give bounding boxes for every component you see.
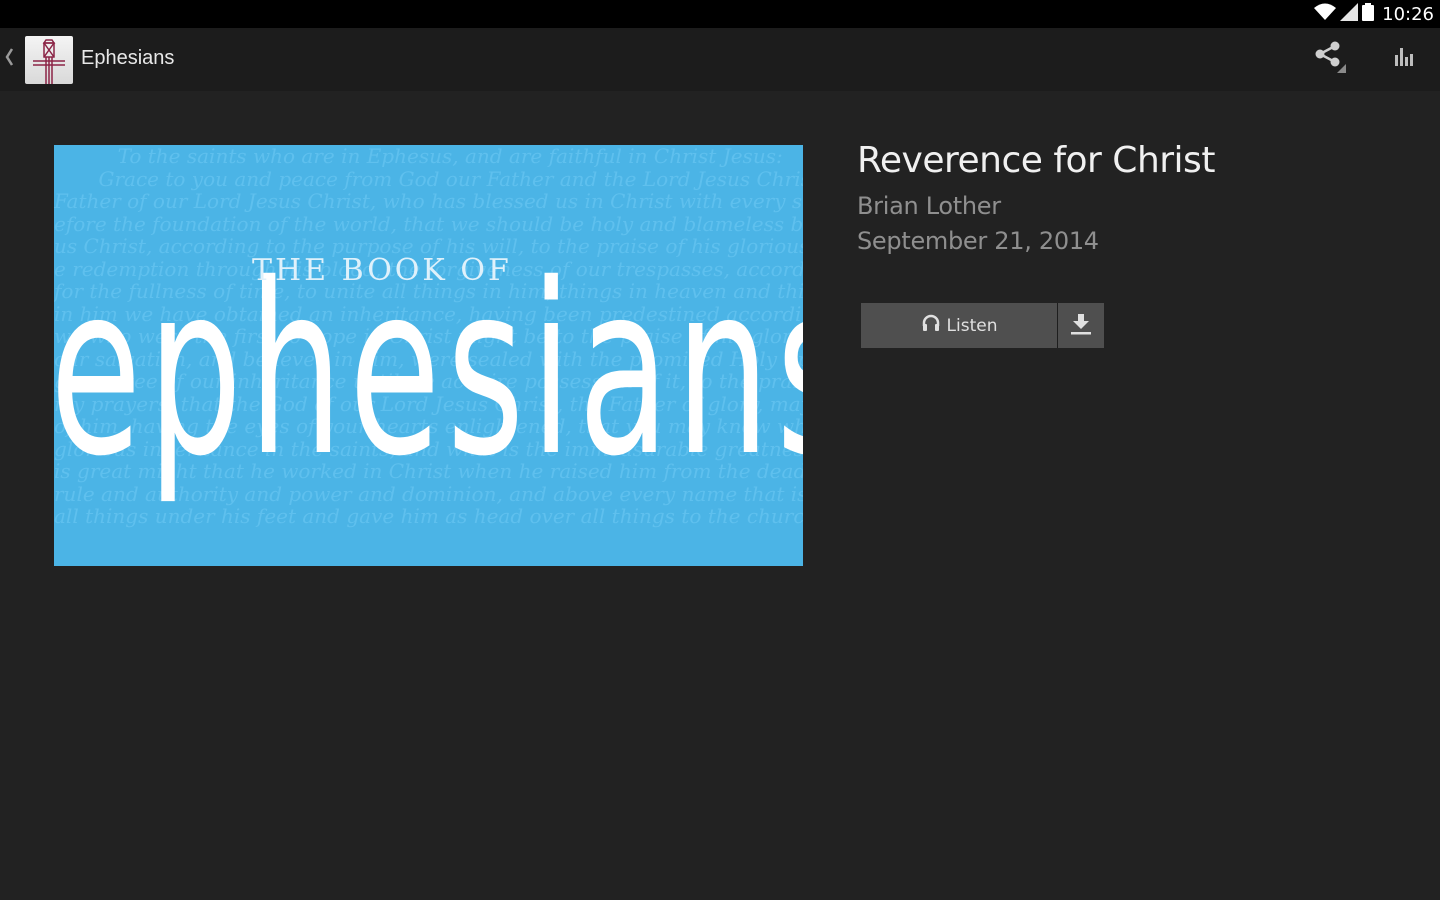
artwork-verse-line: Father of our Lord Jesus Christ, who has… [54,189,803,213]
artwork-verse-line: To the saints who are in Ephesus, and ar… [54,145,783,168]
series-artwork: To the saints who are in Ephesus, and ar… [54,145,803,566]
download-button[interactable] [1058,303,1104,348]
listen-button[interactable]: Listen [861,303,1058,348]
artwork-verse-line: all things under his feet and gave him a… [54,504,803,528]
share-icon [1313,40,1347,79]
app-title: Ephesians [81,47,175,69]
media-button-group: Listen [861,303,1104,348]
headphones-icon [921,313,941,338]
artwork-verse-line: efore the foundation of the world, that … [54,211,803,236]
stats-button[interactable] [1372,28,1436,91]
wifi-icon [1314,3,1337,26]
battery-icon [1362,2,1375,26]
status-time: 10:26 [1382,3,1434,25]
sermon-title: Reverence for Christ [857,140,1215,181]
listen-label: Listen [946,315,998,336]
app-logo [25,36,73,84]
sermon-speaker: Brian Lother [857,192,1001,220]
sermon-info: Reverence for Christ Brian Lother Septem… [857,140,1215,255]
up-navigation-button[interactable] [0,28,80,91]
status-bar: 10:26 [0,0,1440,28]
share-button[interactable] [1298,28,1362,91]
download-icon [1070,313,1092,338]
artwork-title: ephesians [54,233,803,508]
church-tower-logo-icon [33,39,65,84]
artwork-subtitle: THE BOOK OF [252,253,512,288]
action-bar: Ephesians [0,28,1440,91]
sermon-date: September 21, 2014 [857,227,1099,255]
chevron-left-icon [4,47,14,72]
cell-signal-icon [1340,2,1359,26]
artwork-verse-line: Grace to you and peace from God our Fath… [54,166,804,191]
bar-chart-icon [1394,47,1414,72]
status-icons: 10:26 [1314,0,1434,28]
